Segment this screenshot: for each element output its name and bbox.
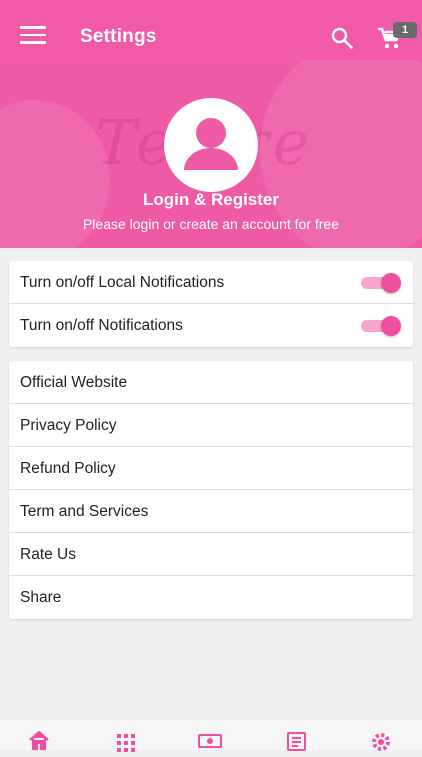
local-notifications-label: Turn on/off Local Notifications	[20, 274, 225, 291]
notification-settings-card: Turn on/off Local Notifications Turn on/…	[9, 261, 413, 347]
links-card: Official Website Privacy Policy Refund P…	[9, 361, 413, 619]
login-subtitle: Please login or create an account for fr…	[82, 216, 340, 232]
privacy-policy-label: Privacy Policy	[20, 417, 117, 434]
gear-icon[interactable]	[369, 728, 397, 751]
money-icon[interactable]	[198, 728, 226, 750]
local-notifications-toggle[interactable]	[361, 273, 401, 293]
search-icon[interactable]	[330, 26, 354, 50]
page-title: Settings	[80, 26, 157, 47]
share-label: Share	[20, 589, 62, 606]
grid-icon[interactable]	[114, 728, 142, 752]
cart-count-badge: 1	[393, 22, 417, 38]
rate-us-item[interactable]: Rate Us	[9, 533, 413, 576]
profile-header: Temre Login & Register Please login or c…	[0, 60, 422, 248]
share-item[interactable]: Share	[9, 576, 413, 619]
home-icon[interactable]	[27, 728, 55, 751]
user-avatar-icon[interactable]	[164, 98, 258, 192]
notifications-toggle[interactable]	[361, 316, 401, 336]
login-register-title[interactable]: Login & Register	[0, 190, 422, 210]
notifications-row[interactable]: Turn on/off Notifications	[9, 304, 413, 347]
news-icon[interactable]	[284, 728, 312, 751]
rate-us-label: Rate Us	[20, 546, 76, 563]
terms-services-label: Term and Services	[20, 503, 149, 520]
local-notifications-row[interactable]: Turn on/off Local Notifications	[9, 261, 413, 304]
refund-policy-item[interactable]: Refund Policy	[9, 447, 413, 490]
terms-services-item[interactable]: Term and Services	[9, 490, 413, 533]
bottom-navigation	[0, 720, 422, 752]
privacy-policy-item[interactable]: Privacy Policy	[9, 404, 413, 447]
official-website-label: Official Website	[20, 374, 128, 391]
notifications-label: Turn on/off Notifications	[20, 317, 183, 334]
official-website-item[interactable]: Official Website	[9, 361, 413, 404]
menu-icon[interactable]	[20, 26, 46, 48]
refund-policy-label: Refund Policy	[20, 460, 116, 477]
